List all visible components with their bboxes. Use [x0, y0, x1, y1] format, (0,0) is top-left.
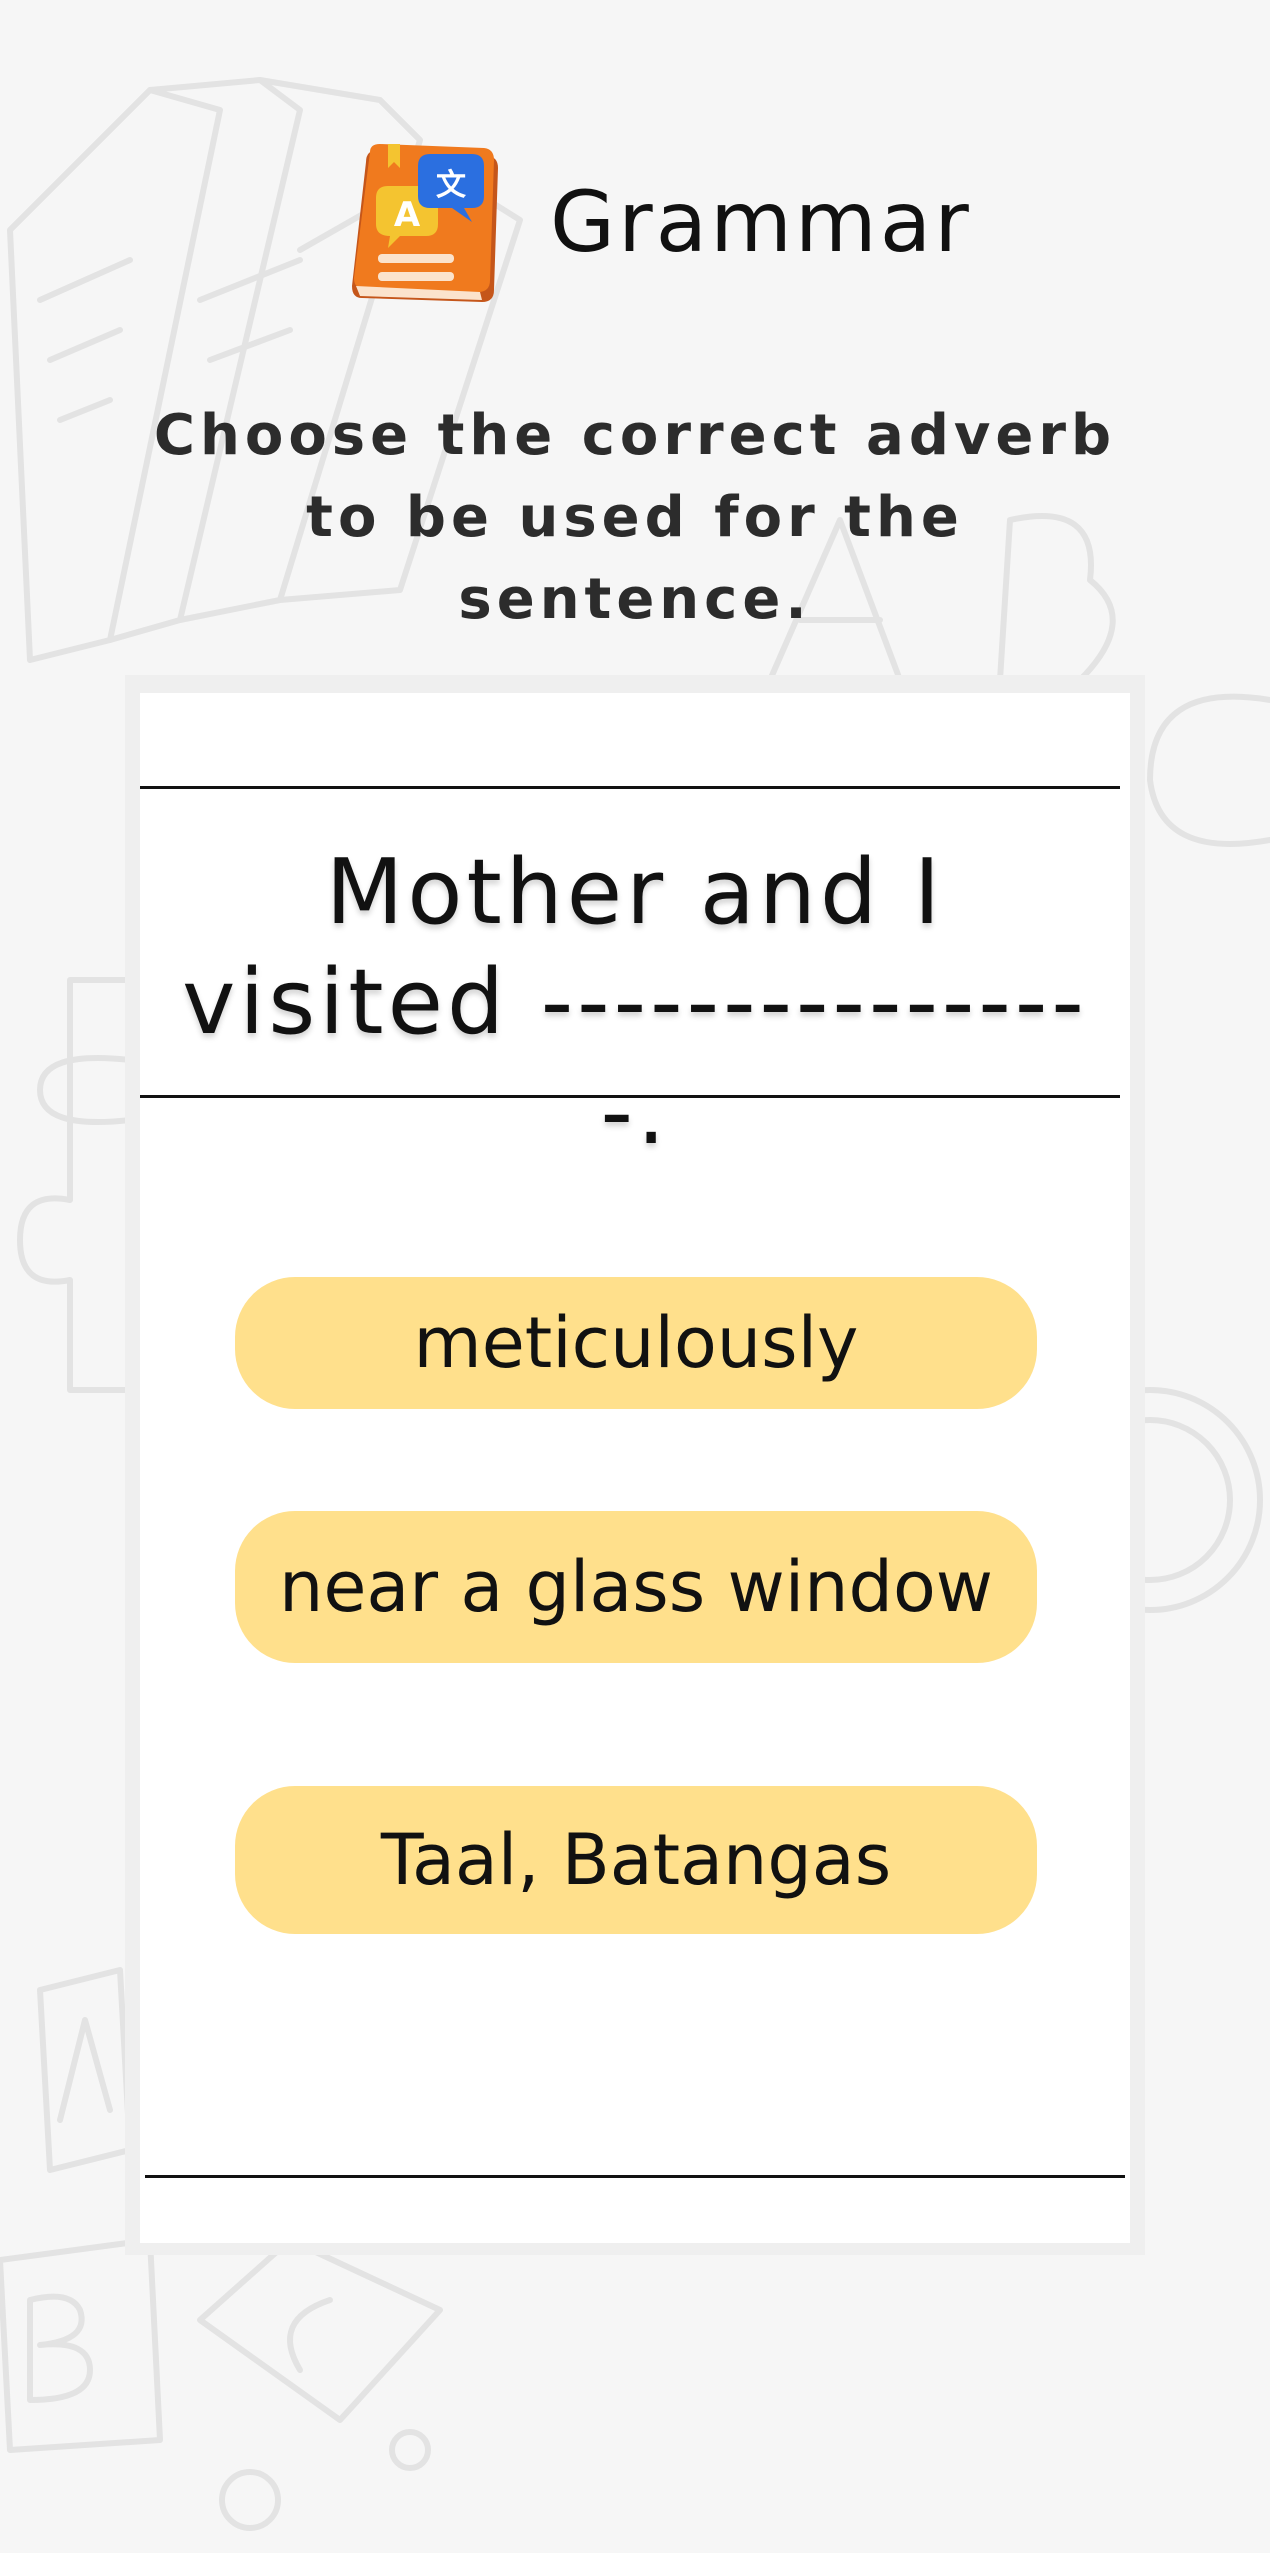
svg-text:A: A	[394, 195, 421, 235]
option-button-taal-batangas[interactable]: Taal, Batangas	[235, 1786, 1037, 1934]
divider-bottom	[145, 2175, 1125, 2178]
app-title: Grammar	[550, 173, 972, 271]
app-header: A 文 Grammar	[0, 130, 1270, 320]
question-sentence: Mother and I visited ----------------.	[182, 840, 1088, 1165]
option-button-meticulously[interactable]: meticulously	[235, 1277, 1037, 1409]
svg-text:文: 文	[436, 168, 466, 203]
instruction-text: Choose the correct adverb to be used for…	[153, 403, 1117, 632]
divider-top	[140, 786, 1120, 789]
translate-book-icon: A 文	[352, 144, 498, 302]
option-button-near-a-glass-window[interactable]: near a glass window	[235, 1511, 1037, 1663]
puzzle-doodle-icon	[17, 977, 133, 1393]
divider-middle	[140, 1095, 1120, 1098]
